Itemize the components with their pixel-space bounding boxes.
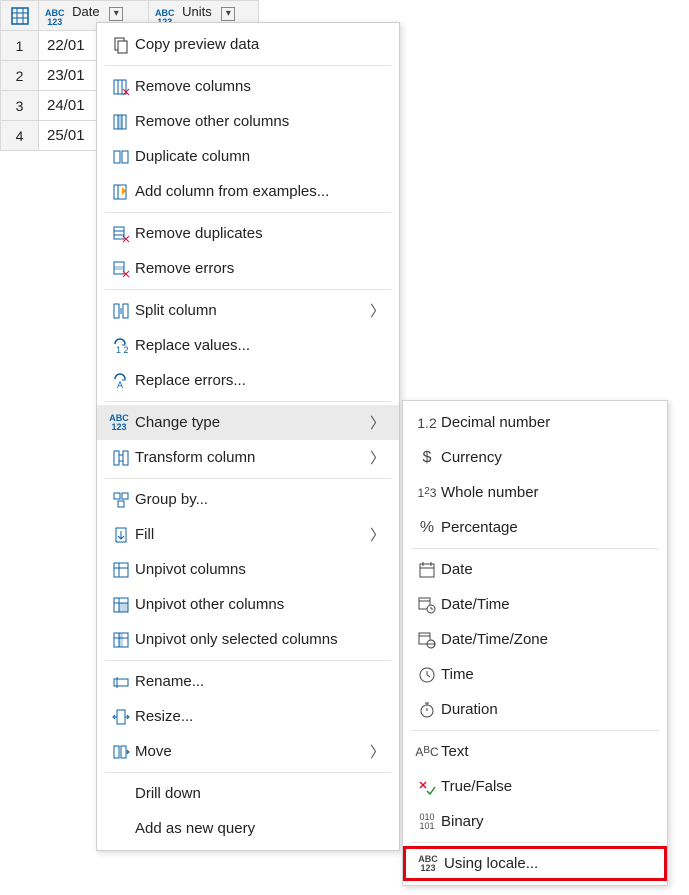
rename-icon (107, 673, 135, 691)
submenu-duration[interactable]: Duration (403, 692, 667, 727)
menu-group-by[interactable]: Group by... (97, 482, 399, 517)
menu-separator (411, 842, 659, 843)
menu-replace-errors[interactable]: A Replace errors... (97, 363, 399, 398)
menu-separator (105, 289, 391, 290)
fill-icon (107, 526, 135, 544)
svg-text:1 2: 1 2 (116, 345, 129, 355)
any-type-icon: ABC123 (416, 855, 444, 873)
table-icon (2, 2, 37, 29)
unpivot-other-icon (107, 596, 135, 614)
menu-transform-column[interactable]: Transform column 〉 (97, 440, 399, 475)
column-filter-dropdown[interactable]: ▾ (221, 7, 235, 21)
menu-separator (105, 401, 391, 402)
datetimezone-icon (413, 631, 441, 649)
time-icon (413, 666, 441, 684)
menu-separator (105, 212, 391, 213)
menu-remove-duplicates[interactable]: Remove duplicates (97, 216, 399, 251)
date-icon (413, 561, 441, 579)
resize-icon (107, 708, 135, 726)
remove-errors-icon (107, 260, 135, 278)
duplicate-column-icon (107, 148, 135, 166)
decimal-icon: 1.2 (413, 415, 441, 431)
menu-split-column[interactable]: Split column 〉 (97, 293, 399, 328)
column-filter-dropdown[interactable]: ▾ (109, 7, 123, 21)
submenu-percentage[interactable]: % Percentage (403, 510, 667, 545)
unpivot-selected-icon (107, 631, 135, 649)
menu-separator (105, 65, 391, 66)
unpivot-icon (107, 561, 135, 579)
percentage-icon: % (413, 519, 441, 537)
menu-move[interactable]: Move 〉 (97, 734, 399, 769)
chevron-right-icon: 〉 (370, 447, 385, 468)
currency-icon: $ (413, 449, 441, 467)
menu-unpivot-other-columns[interactable]: Unpivot other columns (97, 587, 399, 622)
submenu-datetime[interactable]: Date/Time (403, 587, 667, 622)
duration-icon (413, 701, 441, 719)
binary-icon: 010101 (413, 813, 441, 831)
chevron-right-icon: 〉 (370, 412, 385, 433)
menu-add-as-new-query[interactable]: Add as new query (97, 811, 399, 846)
menu-duplicate-column[interactable]: Duplicate column (97, 139, 399, 174)
submenu-time[interactable]: Time (403, 657, 667, 692)
submenu-using-locale[interactable]: ABC123 Using locale... (403, 846, 667, 881)
submenu-datetimezone[interactable]: Date/Time/Zone (403, 622, 667, 657)
row-header[interactable]: 3 (1, 91, 39, 121)
copy-icon (107, 36, 135, 54)
group-by-icon (107, 491, 135, 509)
submenu-currency[interactable]: $ Currency (403, 440, 667, 475)
move-icon (107, 743, 135, 761)
menu-remove-columns[interactable]: Remove columns (97, 69, 399, 104)
submenu-decimal-number[interactable]: 1.2 Decimal number (403, 405, 667, 440)
submenu-text[interactable]: ABC Text (403, 734, 667, 769)
column-context-menu: Copy preview data Remove columns Remove … (96, 22, 400, 851)
chevron-right-icon: 〉 (370, 300, 385, 321)
menu-separator (105, 660, 391, 661)
chevron-right-icon: 〉 (370, 741, 385, 762)
menu-separator (411, 730, 659, 731)
submenu-date[interactable]: Date (403, 552, 667, 587)
menu-separator (411, 548, 659, 549)
grid-corner[interactable] (1, 1, 39, 31)
submenu-whole-number[interactable]: 123 Whole number (403, 475, 667, 510)
remove-columns-icon (107, 78, 135, 96)
whole-number-icon: 123 (413, 486, 441, 500)
menu-remove-other-columns[interactable]: Remove other columns (97, 104, 399, 139)
change-type-submenu: 1.2 Decimal number $ Currency 123 Whole … (402, 400, 668, 886)
row-header[interactable]: 1 (1, 31, 39, 61)
truefalse-icon (413, 778, 441, 796)
menu-drill-down[interactable]: Drill down (97, 776, 399, 811)
menu-separator (105, 772, 391, 773)
split-column-icon (107, 302, 135, 320)
add-column-examples-icon (107, 183, 135, 201)
menu-unpivot-selected-columns[interactable]: Unpivot only selected columns (97, 622, 399, 657)
text-icon: ABC (413, 745, 441, 759)
transform-column-icon (107, 449, 135, 467)
remove-other-columns-icon (107, 113, 135, 131)
menu-change-type[interactable]: ABC123 Change type 〉 (97, 405, 399, 440)
menu-rename[interactable]: Rename... (97, 664, 399, 699)
remove-duplicates-icon (107, 225, 135, 243)
menu-replace-values[interactable]: 1 2 Replace values... (97, 328, 399, 363)
column-name: Date (72, 4, 99, 19)
svg-text:A: A (117, 380, 123, 390)
replace-values-icon: 1 2 (107, 337, 135, 355)
menu-separator (105, 478, 391, 479)
chevron-right-icon: 〉 (370, 524, 385, 545)
row-header[interactable]: 4 (1, 121, 39, 151)
replace-errors-icon: A (107, 372, 135, 390)
any-type-icon: ABC123 (45, 9, 65, 27)
menu-add-column-from-examples[interactable]: Add column from examples... (97, 174, 399, 209)
menu-copy-preview-data[interactable]: Copy preview data (97, 27, 399, 62)
menu-remove-errors[interactable]: Remove errors (97, 251, 399, 286)
change-type-icon: ABC123 (107, 414, 135, 432)
submenu-truefalse[interactable]: True/False (403, 769, 667, 804)
menu-fill[interactable]: Fill 〉 (97, 517, 399, 552)
menu-unpivot-columns[interactable]: Unpivot columns (97, 552, 399, 587)
submenu-binary[interactable]: 010101 Binary (403, 804, 667, 839)
column-name: Units (182, 4, 212, 19)
menu-resize[interactable]: Resize... (97, 699, 399, 734)
datetime-icon (413, 596, 441, 614)
row-header[interactable]: 2 (1, 61, 39, 91)
